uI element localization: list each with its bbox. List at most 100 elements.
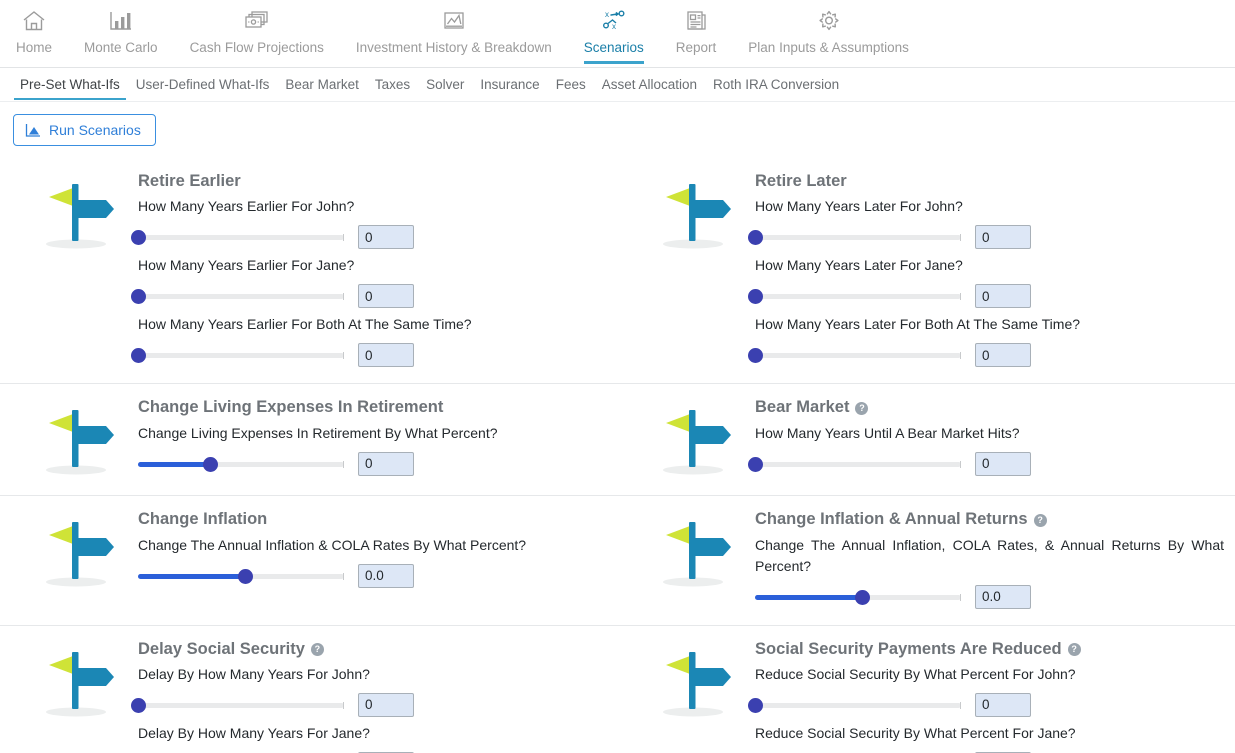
scenario-card-title: Change Inflation & Annual Returns? [755,508,1224,530]
run-scenarios-label: Run Scenarios [49,122,141,138]
slider-fill [138,461,211,467]
slider-0[interactable] [131,695,344,715]
sub-navigation: Pre-Set What-Ifs User-Defined What-Ifs B… [0,68,1235,102]
slider-thumb[interactable] [131,289,146,305]
slider-2[interactable] [748,345,961,365]
scenarios-grid: Retire Earlier How Many Years Earlier Fo… [0,158,1235,753]
topnav-item-plan-inputs[interactable]: Plan Inputs & Assumptions [732,0,925,67]
subnav-item-solver[interactable]: Solver [418,68,472,102]
slider-row [748,223,1224,251]
subnav-item-roth-ira-conversion[interactable]: Roth IRA Conversion [705,68,847,102]
subnav-item-pre-set-what-ifs[interactable]: Pre-Set What-Ifs [12,68,128,102]
slider-value-input[interactable] [975,584,1031,609]
slider-value-input[interactable] [358,284,414,309]
slider-thumb[interactable] [855,589,871,605]
slider-label: How Many Years Earlier For Jane? [138,257,355,274]
scenario-row: Retire Earlier How Many Years Earlier Fo… [0,158,1235,383]
scenario-card-title: Retire Later [755,170,1224,192]
scenario-card-title-text: Retire Later [755,172,847,190]
home-icon [21,4,47,38]
slider-value-input[interactable] [358,563,414,588]
slider-value-input[interactable] [975,225,1031,250]
scenario-card-title-text: Bear Market [755,398,850,417]
slider-label: How Many Years Earlier For John? [138,198,355,215]
subnav-item-bear-market[interactable]: Bear Market [277,68,367,102]
slider-thumb[interactable] [131,697,146,713]
help-icon[interactable]: ? [855,401,869,415]
subnav-item-user-defined-what-ifs[interactable]: User-Defined What-Ifs [128,68,278,102]
scenarios-icon: x x [600,4,628,38]
scenario-card-body: Change Living Expenses In Retirement Cha… [132,396,607,477]
help-icon[interactable]: ? [1033,513,1047,527]
topnav-item-monte-carlo[interactable]: Monte Carlo [68,0,174,67]
slider-track [755,461,961,467]
slider-row [131,341,607,369]
slider-0[interactable] [138,454,344,474]
svg-text:x: x [605,10,609,19]
slider-fill [755,594,863,600]
subnav-item-asset-allocation[interactable]: Asset Allocation [594,68,705,102]
scenario-card-title-text: Change Living Expenses In Retirement [138,398,444,417]
chart-icon [25,123,41,138]
help-icon[interactable]: ? [1067,643,1081,657]
scenario-card-title: Change Living Expenses In Retirement [138,396,607,418]
signpost-icon [653,170,749,255]
slider-thumb[interactable] [238,568,254,584]
scenario-row: Change Living Expenses In Retirement Cha… [0,383,1235,495]
scenario-card-change-living-expenses-in-retirement: Change Living Expenses In Retirement Cha… [0,384,617,495]
slider-thumb[interactable] [748,697,763,713]
slider-2[interactable] [131,345,344,365]
slider-1[interactable] [748,286,961,306]
topnav-label: Investment History & Breakdown [355,40,552,55]
slider-thumb[interactable] [748,456,763,472]
slider-value-input[interactable] [975,284,1031,309]
scenario-card-change-inflation: Change Inflation Change The Annual Infla… [0,496,617,624]
slider-thumb[interactable] [748,230,763,246]
slider-value-input[interactable] [975,451,1031,476]
slider-value-input[interactable] [358,343,414,368]
slider-value-input[interactable] [975,692,1031,717]
slider-row [748,282,1224,310]
slider-thumb[interactable] [131,348,146,364]
slider-row [748,691,1224,719]
slider-0[interactable] [755,587,961,607]
topnav-item-report[interactable]: Report [660,0,733,67]
subnav-item-insurance[interactable]: Insurance [472,68,547,102]
slider-value-input[interactable] [358,451,414,476]
slider-label: How Many Years Later For Both At The Sam… [755,316,1081,333]
slider-0[interactable] [748,695,961,715]
slider-0[interactable] [131,227,344,247]
slider-value-input[interactable] [358,225,414,250]
slider-0[interactable] [748,454,961,474]
topnav-item-scenarios[interactable]: x x Scenarios [568,0,660,67]
slider-thumb[interactable] [748,348,763,364]
slider-label: Delay By How Many Years For Jane? [138,724,370,741]
slider-value-input[interactable] [358,692,414,717]
bar-chart-icon [108,4,134,38]
slider-tick [960,593,961,601]
slider-thumb[interactable] [748,289,763,305]
topnav-item-home[interactable]: Home [0,0,68,67]
slider-tick [960,352,961,360]
topnav-label: Plan Inputs & Assumptions [748,40,909,55]
slider-row [138,450,607,478]
topnav-item-cash-flow-projections[interactable]: Cash Flow Projections [174,0,340,67]
subnav-item-fees[interactable]: Fees [548,68,594,102]
slider-value-input[interactable] [975,343,1031,368]
scenario-card-body: Bear Market? How Many Years Until A Bear… [748,396,1224,477]
help-icon[interactable]: ? [310,643,324,657]
slider-tick [960,234,961,242]
slider-0[interactable] [748,227,961,247]
slider-tick [343,460,344,468]
slider-0[interactable] [138,566,344,586]
slider-thumb[interactable] [131,230,146,246]
scenario-card-title-text: Delay Social Security [138,639,305,658]
subnav-item-taxes[interactable]: Taxes [367,68,418,102]
topnav-item-investment-history[interactable]: Investment History & Breakdown [340,0,568,67]
slider-1[interactable] [131,286,344,306]
slider-thumb[interactable] [203,456,219,472]
scenario-card-change-inflation-annual-returns: Change Inflation & Annual Returns? Chang… [617,496,1234,624]
slider-label: Reduce Social Security By What Percent F… [755,665,1076,682]
slider-tick [960,293,961,301]
run-scenarios-button[interactable]: Run Scenarios [13,114,156,146]
